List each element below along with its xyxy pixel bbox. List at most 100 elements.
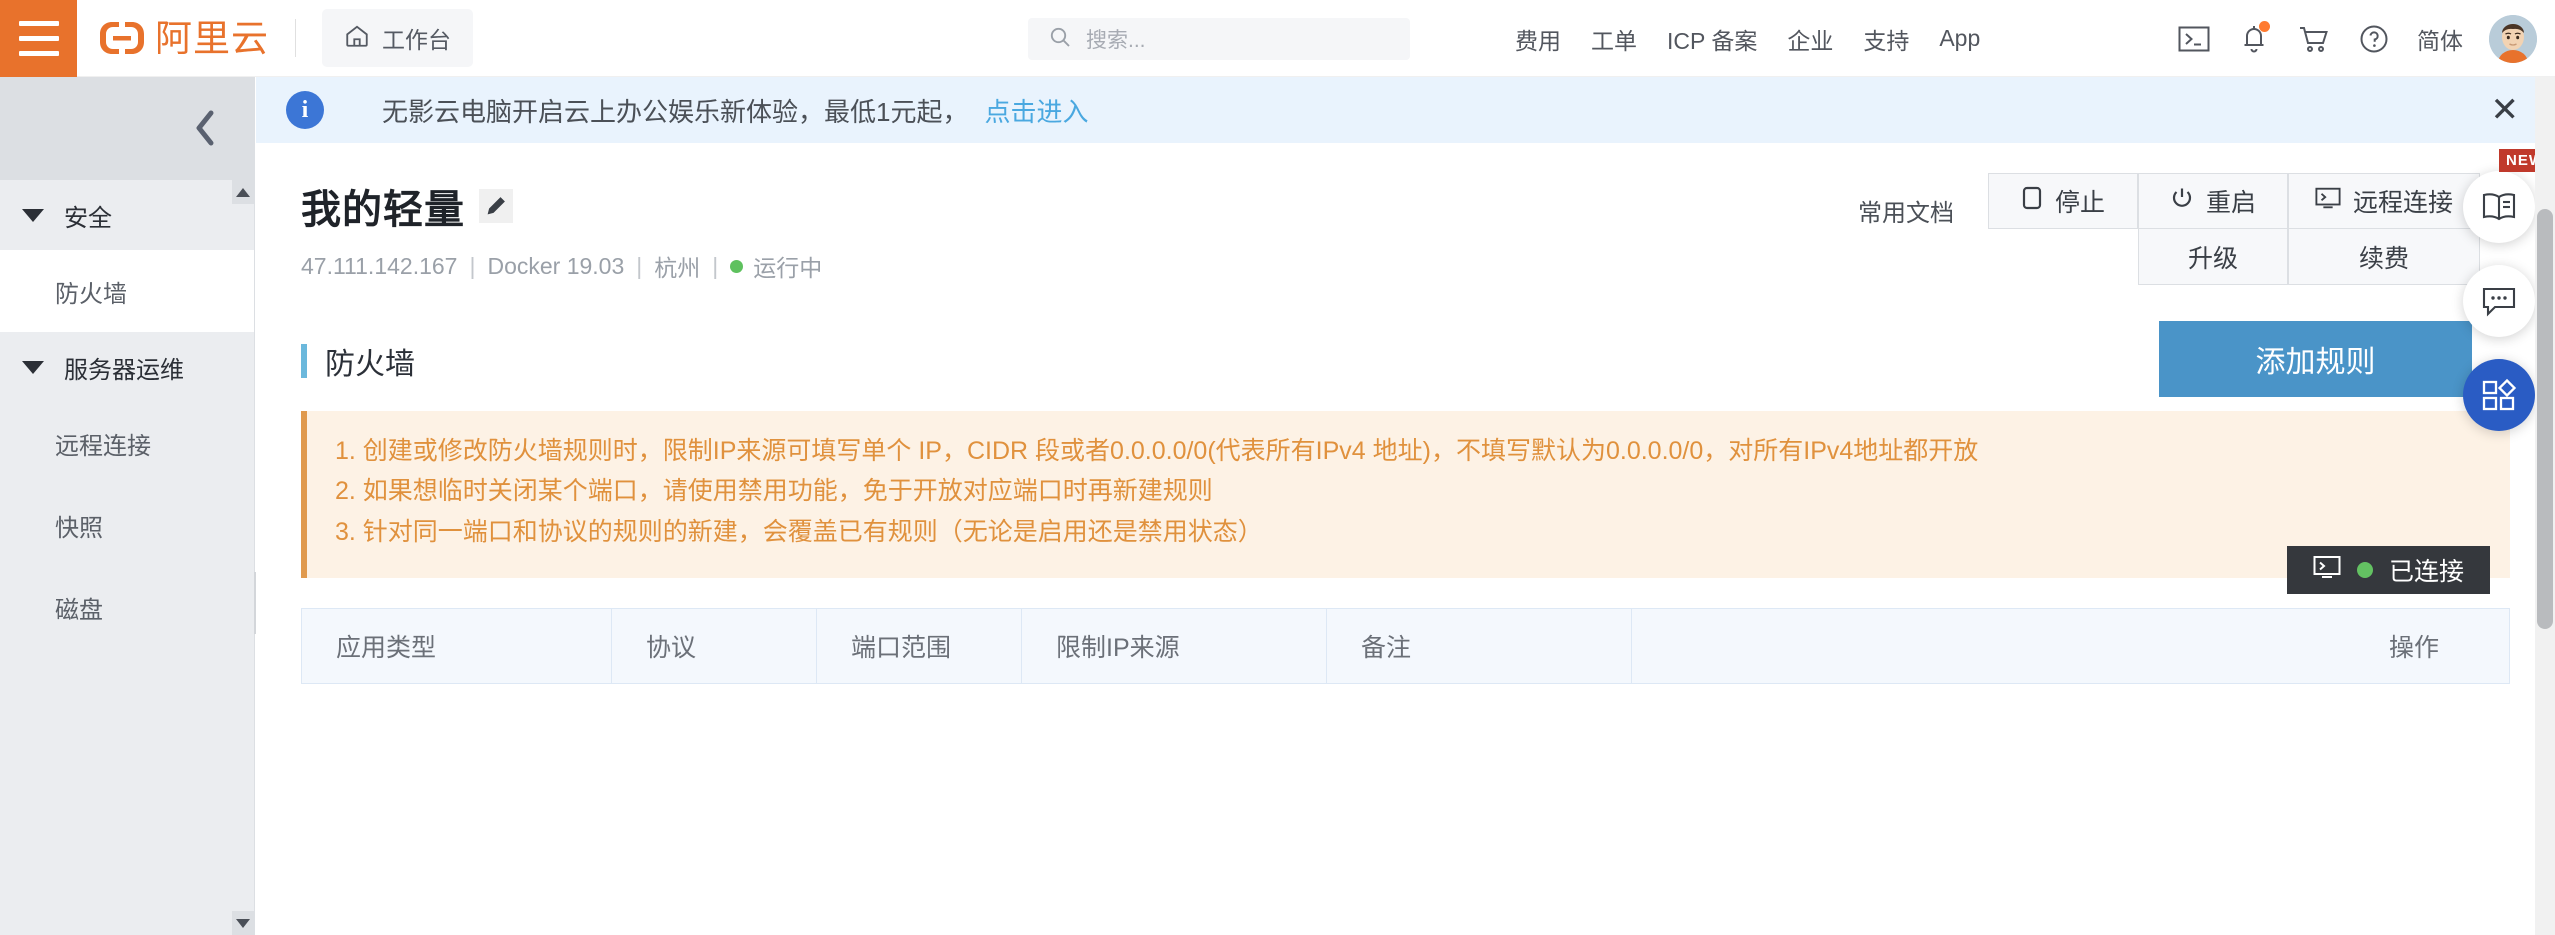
chevron-down-icon	[22, 208, 44, 222]
notice-line-1: 1. 创建或修改防火墙规则时，限制IP来源可填写单个 IP，CIDR 段或者0.…	[335, 437, 1979, 465]
avatar[interactable]	[2489, 14, 2537, 63]
notification-badge	[2259, 20, 2270, 32]
page-scrollbar-thumb[interactable]	[2537, 209, 2553, 629]
add-rule-button[interactable]: 添加规则	[2159, 321, 2472, 397]
language-switcher[interactable]: 简体	[2417, 22, 2463, 56]
aliyun-logo-icon	[99, 21, 145, 55]
instance-header: 我的轻量 47.111.142.167 | Docker 19.03 | 杭州 …	[256, 143, 2555, 293]
sidebar-item-label: 远程连接	[55, 432, 151, 460]
instance-ip: 47.111.142.167	[301, 252, 458, 279]
firewall-section-header: 防火墙 添加规则	[256, 321, 2555, 401]
firewall-rules-table: 应用类型 协议 端口范围 限制IP来源 备注 操作	[301, 607, 2510, 684]
column-protocol: 协议	[612, 607, 817, 684]
search-icon	[1048, 25, 1072, 54]
sidebar-group-server-ops[interactable]: 服务器运维	[0, 332, 254, 402]
stop-label: 停止	[2054, 189, 2105, 217]
section-accent-bar	[301, 344, 307, 378]
stop-icon	[2021, 185, 2043, 218]
section-title: 防火墙	[325, 348, 415, 381]
meta-sep: |	[636, 252, 643, 279]
workbench-label: 工作台	[382, 27, 451, 53]
nav-link-support[interactable]: 支持	[1863, 22, 1909, 56]
status-badge: 运行中	[753, 255, 823, 281]
sidebar-item-label: 磁盘	[55, 596, 103, 624]
brand-name: 阿里云	[155, 16, 269, 60]
instance-region: 杭州	[654, 255, 701, 281]
search-input[interactable]: 搜索...	[1028, 18, 1410, 60]
terminal-icon	[2315, 186, 2341, 217]
connection-status-toast: 已连接	[2286, 546, 2490, 594]
remote-connect-label: 远程连接	[2352, 189, 2453, 217]
sidebar-group-label: 服务器运维	[64, 356, 184, 384]
sidebar-item-firewall[interactable]: 防火墙	[0, 250, 254, 332]
chevron-down-icon	[22, 360, 44, 374]
chat-fab[interactable]	[2463, 265, 2535, 337]
sidebar-group-security[interactable]: 安全	[0, 180, 254, 250]
sidebar-item-label: 防火墙	[55, 280, 127, 308]
nav-link-app[interactable]: App	[1939, 25, 1980, 52]
power-icon	[2170, 186, 2194, 217]
sidebar-header	[0, 77, 254, 180]
notice-line-2: 2. 如果想临时关闭某个端口，请使用禁用功能，免于开放对应端口时再新建规则	[335, 477, 1213, 506]
sidebar-item-remote-connect[interactable]: 远程连接	[0, 402, 254, 484]
remote-connect-button[interactable]: 远程连接	[2287, 173, 2480, 229]
column-app-type: 应用类型	[302, 607, 612, 684]
page-scrollbar[interactable]	[2535, 77, 2555, 935]
renew-button[interactable]: 续费	[2287, 229, 2480, 285]
terminal-icon[interactable]	[2177, 22, 2211, 56]
cart-icon[interactable]	[2297, 22, 2331, 56]
connection-status-label: 已连接	[2388, 558, 2464, 586]
promo-banner: i 无影云电脑开启云上办公娱乐新体验，最低1元起， 点击进入 ✕	[256, 77, 2555, 143]
bell-icon[interactable]	[2237, 20, 2271, 56]
search-placeholder: 搜索...	[1086, 29, 1146, 52]
top-nav-icons: 简体	[2177, 0, 2537, 77]
app-root: 阿里云 工作台 搜索... 费用 工单 ICP 备案 企业 支持 App 简体 …	[0, 0, 2555, 935]
aliyun-logo[interactable]: 阿里云	[77, 0, 269, 77]
meta-sep: |	[712, 252, 719, 279]
restart-button-group: 重启 升级	[2137, 173, 2288, 285]
upgrade-button[interactable]: 升级	[2137, 229, 2288, 285]
common-docs-link[interactable]: 常用文档	[1858, 193, 1954, 228]
apps-fab[interactable]	[2463, 359, 2535, 431]
workbench-button[interactable]: 工作台	[322, 9, 473, 67]
info-icon: i	[286, 91, 324, 129]
chevron-left-icon[interactable]	[184, 107, 226, 149]
main-content: i 无影云电脑开启云上办公娱乐新体验，最低1元起， 点击进入 ✕ 我的轻量 47…	[256, 77, 2555, 935]
connection-status-dot	[2356, 562, 2373, 578]
edit-icon[interactable]	[479, 189, 513, 223]
table-header-row: 应用类型 协议 端口范围 限制IP来源 备注 操作	[301, 607, 2510, 684]
sidebar-item-label: 快照	[55, 514, 103, 542]
restart-button[interactable]: 重启	[2137, 173, 2288, 229]
promo-link[interactable]: 点击进入	[984, 92, 1088, 129]
sidebar: 安全 防火墙 服务器运维 远程连接 快照 磁盘	[0, 77, 277, 935]
docs-fab[interactable]: NEW	[2463, 149, 2551, 243]
nav-link-icp[interactable]: ICP 备案	[1667, 22, 1757, 56]
sidebar-scroll-down[interactable]	[232, 911, 254, 935]
column-port-range: 端口范围	[817, 607, 1022, 684]
sidebar-scroll-up[interactable]	[232, 180, 254, 204]
remote-button-group: 远程连接 续费	[2287, 173, 2480, 285]
help-icon[interactable]	[2357, 22, 2391, 56]
nav-link-fees[interactable]: 费用	[1515, 22, 1561, 56]
sidebar-item-disk[interactable]: 磁盘	[0, 566, 254, 648]
home-icon	[344, 23, 370, 54]
page-title: 我的轻量	[301, 188, 465, 232]
sidebar-item-snapshot[interactable]: 快照	[0, 484, 254, 566]
menu-icon[interactable]	[0, 0, 77, 77]
notice-line-3: 3. 针对同一端口和协议的规则的新建，会覆盖已有规则（无论是启用还是禁用状态）	[335, 517, 1263, 546]
nav-link-tickets[interactable]: 工单	[1591, 22, 1637, 56]
nav-link-enterprise[interactable]: 企业	[1787, 22, 1833, 56]
promo-text: 无影云电脑开启云上办公娱乐新体验，最低1元起，	[382, 96, 969, 127]
top-navigation-bar: 阿里云 工作台 搜索... 费用 工单 ICP 备案 企业 支持 App 简体	[0, 0, 2555, 77]
sidebar-group-label: 安全	[64, 204, 112, 232]
renew-label: 续费	[2358, 244, 2409, 273]
meta-sep: |	[469, 252, 476, 279]
floating-widgets: NEW	[2463, 149, 2551, 453]
upgrade-label: 升级	[2187, 244, 2238, 273]
close-icon[interactable]: ✕	[2491, 93, 2520, 127]
terminal-icon	[2313, 555, 2341, 586]
restart-label: 重启	[2205, 189, 2256, 217]
stop-button[interactable]: 停止	[1987, 173, 2138, 229]
status-dot	[730, 259, 744, 273]
column-remark: 备注	[1327, 607, 1632, 684]
